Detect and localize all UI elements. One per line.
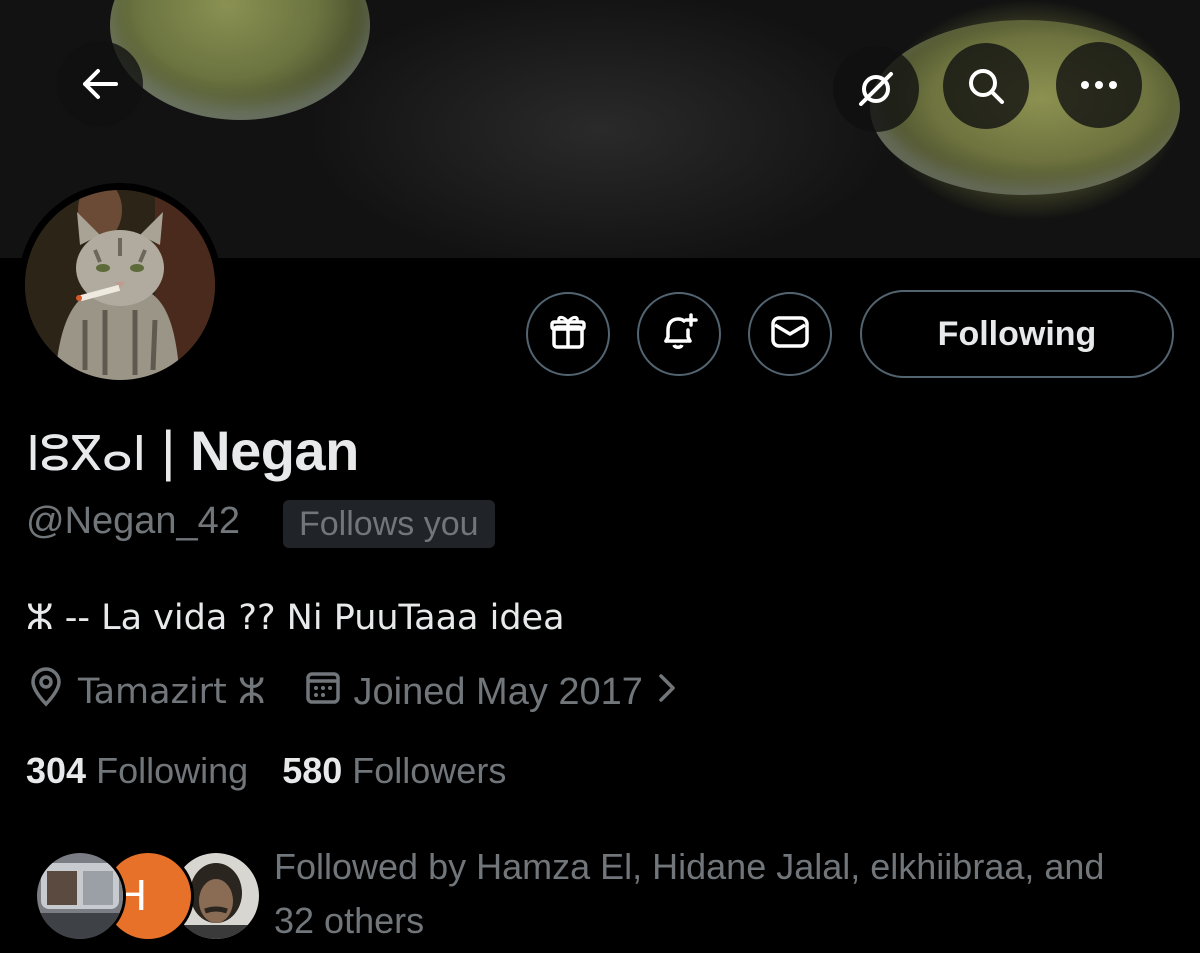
grok-icon xyxy=(856,69,896,109)
gift-icon xyxy=(548,312,588,357)
banner-cat-eye-left xyxy=(110,0,370,120)
bio-text: ⵣ -- La vida ?? Ni PuuTaaa idea xyxy=(26,598,565,638)
mutual-avatar-1 xyxy=(34,850,126,942)
followers-stat[interactable]: 580 Followers xyxy=(282,750,506,791)
avatar-image xyxy=(25,190,215,380)
followers-count: 580 xyxy=(282,750,343,791)
calendar-icon xyxy=(304,668,342,716)
location-text: Tamazirt ⵣ xyxy=(78,672,266,712)
grok-button[interactable] xyxy=(833,46,919,132)
follows-you-badge: Follows you xyxy=(283,500,495,548)
location-pin-icon xyxy=(26,667,66,717)
display-name-tifinagh: ⵏⵓⴳⴰⵏ xyxy=(26,426,146,482)
more-button[interactable] xyxy=(1056,42,1142,128)
following-stat[interactable]: 304 Following xyxy=(26,750,248,791)
search-button[interactable] xyxy=(943,43,1029,129)
following-label: Following xyxy=(96,750,249,791)
display-name: ⵏⵓⴳⴰⵏ | Negan xyxy=(26,418,359,483)
join-date-text: Joined May 2017 xyxy=(353,670,643,713)
car-photo-image xyxy=(37,853,123,939)
bell-plus-icon xyxy=(658,311,700,358)
followed-by-text[interactable]: Followed by Hamza El, Hidane Jalal, elkh… xyxy=(274,840,1154,948)
following-count: 304 xyxy=(26,750,87,791)
display-name-separator: | xyxy=(145,419,191,482)
gift-button[interactable] xyxy=(526,292,610,376)
profile-meta: Tamazirt ⵣ Joined May 2017 xyxy=(26,666,677,718)
follow-stats: 304 Following 580 Followers xyxy=(26,750,506,792)
cat-smoking-illustration xyxy=(25,190,215,380)
following-button-label: Following xyxy=(937,314,1097,353)
join-date[interactable]: Joined May 2017 xyxy=(304,668,677,716)
followers-label: Followers xyxy=(352,750,507,791)
message-button[interactable] xyxy=(748,292,832,376)
more-horizontal-icon xyxy=(1079,80,1119,90)
search-icon xyxy=(965,65,1007,107)
location: Tamazirt ⵣ xyxy=(26,667,266,717)
following-button[interactable]: Following xyxy=(860,290,1174,378)
user-handle: @Negan_42 xyxy=(26,500,240,542)
chevron-right-icon xyxy=(657,671,677,714)
back-button[interactable] xyxy=(57,41,143,127)
display-name-latin: Negan xyxy=(190,419,359,482)
arrow-left-icon xyxy=(81,68,119,100)
envelope-icon xyxy=(769,313,811,356)
notifications-button[interactable] xyxy=(637,292,721,376)
profile-avatar[interactable] xyxy=(18,183,222,387)
